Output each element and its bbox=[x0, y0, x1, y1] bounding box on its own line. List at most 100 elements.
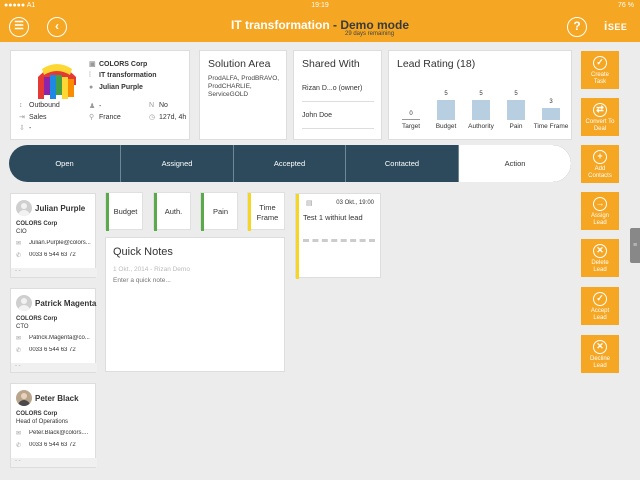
menu-icon[interactable]: ☰ bbox=[9, 17, 29, 37]
shared-user: Rizan D...o (owner) bbox=[302, 85, 363, 92]
add-contacts-button[interactable]: + Add Contacts bbox=[581, 145, 619, 183]
shared-with-title: Shared With bbox=[302, 58, 360, 70]
lead-rating-card[interactable]: Lead Rating (18) 0 Target 5 Budget 5 Authorit… bbox=[388, 50, 572, 140]
solution-area-card[interactable]: Solution Area ProdALFA, ProdBRAVO, ProdC… bbox=[199, 50, 287, 140]
avatar bbox=[16, 390, 32, 406]
contact-card[interactable]: Julian Purple COLORS Corp CIO ✉ Julian.P… bbox=[10, 193, 97, 278]
contact-name: Julian Purple bbox=[35, 204, 86, 213]
contact-phone[interactable]: 0033 6 544 63 72 bbox=[29, 442, 95, 448]
stage-action[interactable]: Action bbox=[459, 145, 571, 182]
rating-bar bbox=[472, 100, 490, 120]
divider bbox=[302, 101, 374, 102]
assign-lead-button[interactable]: → Assign Lead bbox=[581, 192, 619, 230]
convert-to-deal-button[interactable]: ⇄ Convert To Deal bbox=[581, 98, 619, 136]
lead-country: ⚲ France bbox=[89, 114, 121, 121]
rating-category-label: Authority bbox=[468, 123, 494, 130]
phone-icon: ✆ bbox=[16, 443, 22, 449]
status-bar: ●●●●● A1 19:19 76 % bbox=[0, 0, 640, 12]
shared-user: John Doe bbox=[302, 112, 332, 119]
rating-category-label: Time Frame bbox=[533, 123, 569, 130]
bant-pain[interactable]: Pain bbox=[200, 192, 238, 231]
lead-department: ⇥ Sales bbox=[19, 114, 47, 121]
task-icon: ✓ bbox=[593, 56, 607, 70]
accept-icon: ✓ bbox=[593, 292, 607, 306]
decline-icon: ✕ bbox=[593, 340, 607, 354]
company-name: ▣ COLORS Corp bbox=[89, 61, 148, 68]
stage-accepted[interactable]: Accepted bbox=[234, 145, 346, 182]
contact-person: ● Julian Purple bbox=[89, 84, 143, 91]
rating-value-label: 0 bbox=[409, 111, 413, 117]
bant-budget[interactable]: Budget bbox=[105, 192, 143, 231]
stage-contacted[interactable]: Contacted bbox=[346, 145, 459, 182]
rating-value-label: 5 bbox=[514, 91, 518, 97]
quick-note-input[interactable] bbox=[113, 277, 278, 284]
create-task-button[interactable]: ✓ Create Task bbox=[581, 51, 619, 89]
bant-time-frame[interactable]: Time Frame bbox=[247, 192, 285, 231]
contact-company: COLORS Corp bbox=[16, 411, 58, 417]
title-mode: Demo mode bbox=[340, 18, 410, 32]
help-icon[interactable]: ? bbox=[567, 17, 587, 37]
task-card[interactable]: ▤ 03 Okt., 19:00 Test 1 withiut lead bbox=[295, 193, 381, 279]
contact-footer: - - bbox=[11, 458, 97, 467]
lead-summary-card: ▣ COLORS Corp ⫶ IT transformation ● Julian … bbox=[10, 50, 190, 140]
accept-lead-button[interactable]: ✓ Accept Lead bbox=[581, 287, 619, 325]
solution-item: ServiceGOLD bbox=[208, 91, 249, 98]
bant-label: Pain bbox=[212, 207, 228, 216]
phone-icon: ✆ bbox=[16, 348, 22, 354]
avatar bbox=[16, 200, 32, 216]
rating-value-label: 5 bbox=[444, 91, 448, 97]
battery-label: 76 % bbox=[618, 2, 634, 9]
side-drawer-handle[interactable]: ≡ bbox=[630, 228, 640, 263]
document-icon: ▤ bbox=[306, 200, 313, 207]
shared-with-card[interactable]: Shared With Rizan D...o (owner) John Doe bbox=[293, 50, 382, 140]
bant-label: Auth. bbox=[164, 207, 183, 216]
add-user-icon: + bbox=[593, 150, 607, 164]
quick-notes-title: Quick Notes bbox=[113, 246, 173, 258]
title-main: IT transformation bbox=[230, 18, 330, 32]
task-title: Test 1 withiut lead bbox=[303, 213, 363, 222]
top-bar: IT transformation - Demo mode 29 days re… bbox=[0, 12, 640, 42]
clock: 19:19 bbox=[311, 2, 329, 9]
app-logo: iSEE bbox=[604, 19, 628, 33]
quick-notes-card: Quick Notes 1 Okt., 2014 - Rizan Demo bbox=[105, 237, 285, 372]
task-progress-placeholder bbox=[303, 239, 375, 242]
contact-card[interactable]: Peter Black COLORS Corp Head of Operatio… bbox=[10, 383, 97, 468]
delete-icon: ✕ bbox=[593, 244, 607, 258]
contact-email[interactable]: Peter.Black@colors.... bbox=[29, 430, 95, 436]
stage-assigned[interactable]: Assigned bbox=[121, 145, 234, 182]
contact-name: Patrick Magenta bbox=[35, 299, 97, 308]
decline-lead-button[interactable]: ✕ Decline Lead bbox=[581, 335, 619, 373]
back-icon[interactable]: ‹ bbox=[47, 17, 67, 37]
title-sep: - bbox=[329, 18, 341, 32]
rating-value-label: 3 bbox=[549, 99, 553, 105]
email-icon: ✉ bbox=[16, 431, 22, 437]
contact-phone[interactable]: 0033 6 544 63 72 bbox=[29, 347, 95, 353]
quick-notes-meta: 1 Okt., 2014 - Rizan Demo bbox=[113, 266, 190, 273]
rating-bar bbox=[437, 100, 455, 120]
lead-direction: ↕ Outbound bbox=[19, 102, 60, 109]
contact-email[interactable]: Julian.Purple@colors... bbox=[29, 240, 95, 246]
rating-category-label: Pain bbox=[509, 123, 523, 130]
contact-email[interactable]: Patrick.Magenta@co... bbox=[29, 335, 95, 341]
contact-card[interactable]: Patrick Magenta COLORS Corp CTO ✉ Patric… bbox=[10, 288, 97, 373]
rating-bar bbox=[507, 100, 525, 120]
contact-company: COLORS Corp bbox=[16, 221, 58, 227]
contact-phone[interactable]: 0033 6 544 63 72 bbox=[29, 252, 95, 258]
solution-area-title: Solution Area bbox=[208, 58, 271, 70]
lead-field-a: ♟ - bbox=[89, 103, 102, 110]
contact-role: Head of Operations bbox=[16, 419, 69, 425]
assign-icon: → bbox=[593, 197, 607, 211]
project-name: ⫶ IT transformation bbox=[89, 72, 157, 79]
stage-open[interactable]: Open bbox=[9, 145, 121, 182]
bant-authority[interactable]: Auth. bbox=[153, 192, 191, 231]
lead-flag: N No bbox=[149, 102, 168, 109]
rating-category-label: Target bbox=[401, 123, 421, 130]
task-date: 03 Okt., 19:00 bbox=[336, 200, 374, 206]
bant-label: Budget bbox=[113, 207, 138, 216]
rating-bar bbox=[542, 108, 560, 120]
avatar bbox=[16, 295, 32, 311]
rating-bar bbox=[402, 119, 420, 120]
lead-extra: ⇩ - bbox=[19, 125, 32, 132]
contact-role: CIO bbox=[16, 229, 27, 235]
delete-lead-button[interactable]: ✕ Delete Lead bbox=[581, 239, 619, 277]
